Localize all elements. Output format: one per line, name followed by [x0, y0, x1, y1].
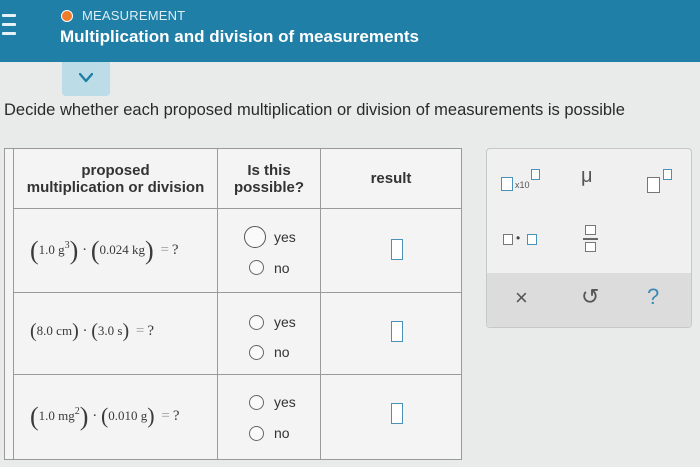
- expression: (1.0 mg2) · (0.010 g) =?: [30, 402, 180, 431]
- left-operand-box-icon: [503, 234, 513, 245]
- multiply-dot-button[interactable]: •: [503, 231, 547, 251]
- expression: (1.0 g3) · (0.024 kg) =?: [30, 236, 179, 265]
- no-label: no: [274, 344, 290, 360]
- result-cell: [321, 375, 461, 459]
- page-title: Multiplication and division of measureme…: [60, 27, 419, 46]
- header-result: result: [321, 149, 461, 209]
- expression-cell: (1.0 mg2) · (0.010 g) =?: [13, 375, 218, 459]
- topic-label: MEASUREMENT: [82, 8, 186, 23]
- denominator-box-icon: [585, 242, 596, 252]
- x10-mantissa-box-icon: [501, 177, 513, 191]
- result-cell: [321, 209, 461, 292]
- x10-label: x10: [515, 180, 530, 190]
- right-operand-box-icon: [527, 234, 537, 245]
- x10-exponent-box-icon: [531, 169, 540, 180]
- fraction-button[interactable]: [583, 223, 599, 255]
- table-row: (8.0 cm) · (3.0 s) =? yes no: [13, 293, 461, 375]
- result-input[interactable]: [391, 403, 403, 424]
- measurement-table: proposed multiplication or division Is th…: [4, 148, 462, 460]
- yes-radio[interactable]: [244, 226, 266, 248]
- yes-label: yes: [274, 314, 296, 330]
- question-text: Decide whether each proposed multiplicat…: [4, 101, 625, 119]
- collapse-header-button[interactable]: [62, 62, 110, 96]
- yes-label: yes: [274, 394, 296, 410]
- header-proposed: proposed multiplication or division: [13, 149, 218, 209]
- micro-symbol-button[interactable]: μ: [581, 165, 593, 188]
- no-radio[interactable]: [249, 426, 264, 441]
- undo-icon[interactable]: ↺: [581, 284, 599, 310]
- fraction-bar-icon: [583, 238, 598, 240]
- header-possible: Is this possible?: [218, 149, 321, 209]
- yes-label: yes: [274, 229, 296, 245]
- no-radio[interactable]: [249, 345, 264, 360]
- topic-status-icon: [61, 10, 73, 22]
- dot-icon: •: [516, 231, 521, 245]
- result-input[interactable]: [391, 321, 403, 342]
- possible-cell: yes no: [218, 375, 321, 459]
- base-box-icon: [647, 177, 660, 193]
- menu-icon[interactable]: [2, 14, 16, 38]
- clear-button[interactable]: ×: [515, 285, 528, 311]
- exponent-box-icon: [663, 169, 672, 180]
- superscript-button[interactable]: [645, 167, 677, 195]
- possible-cell: yes no: [218, 209, 321, 292]
- expression-cell: (1.0 g3) · (0.024 kg) =?: [13, 209, 218, 292]
- math-palette: x10 μ • × ↺ ?: [486, 148, 692, 328]
- scientific-notation-button[interactable]: x10: [501, 167, 545, 197]
- top-bar: MEASUREMENT Multiplication and division …: [0, 0, 700, 62]
- table-row: (1.0 mg2) · (0.010 g) =? yes no: [13, 375, 461, 459]
- yes-radio[interactable]: [249, 395, 264, 410]
- expression: (8.0 cm) · (3.0 s) =?: [30, 320, 155, 342]
- possible-cell: yes no: [218, 293, 321, 374]
- no-label: no: [274, 425, 290, 441]
- no-radio[interactable]: [249, 260, 264, 275]
- result-cell: [321, 293, 461, 374]
- result-input[interactable]: [391, 239, 403, 260]
- expression-cell: (8.0 cm) · (3.0 s) =?: [13, 293, 218, 374]
- palette-actions: × ↺ ?: [487, 273, 691, 327]
- table-row: (1.0 g3) · (0.024 kg) =? yes no: [13, 209, 461, 293]
- help-button[interactable]: ?: [647, 284, 659, 310]
- no-label: no: [274, 260, 290, 276]
- numerator-box-icon: [585, 225, 596, 235]
- yes-radio[interactable]: [249, 315, 264, 330]
- chevron-down-icon: [79, 73, 93, 83]
